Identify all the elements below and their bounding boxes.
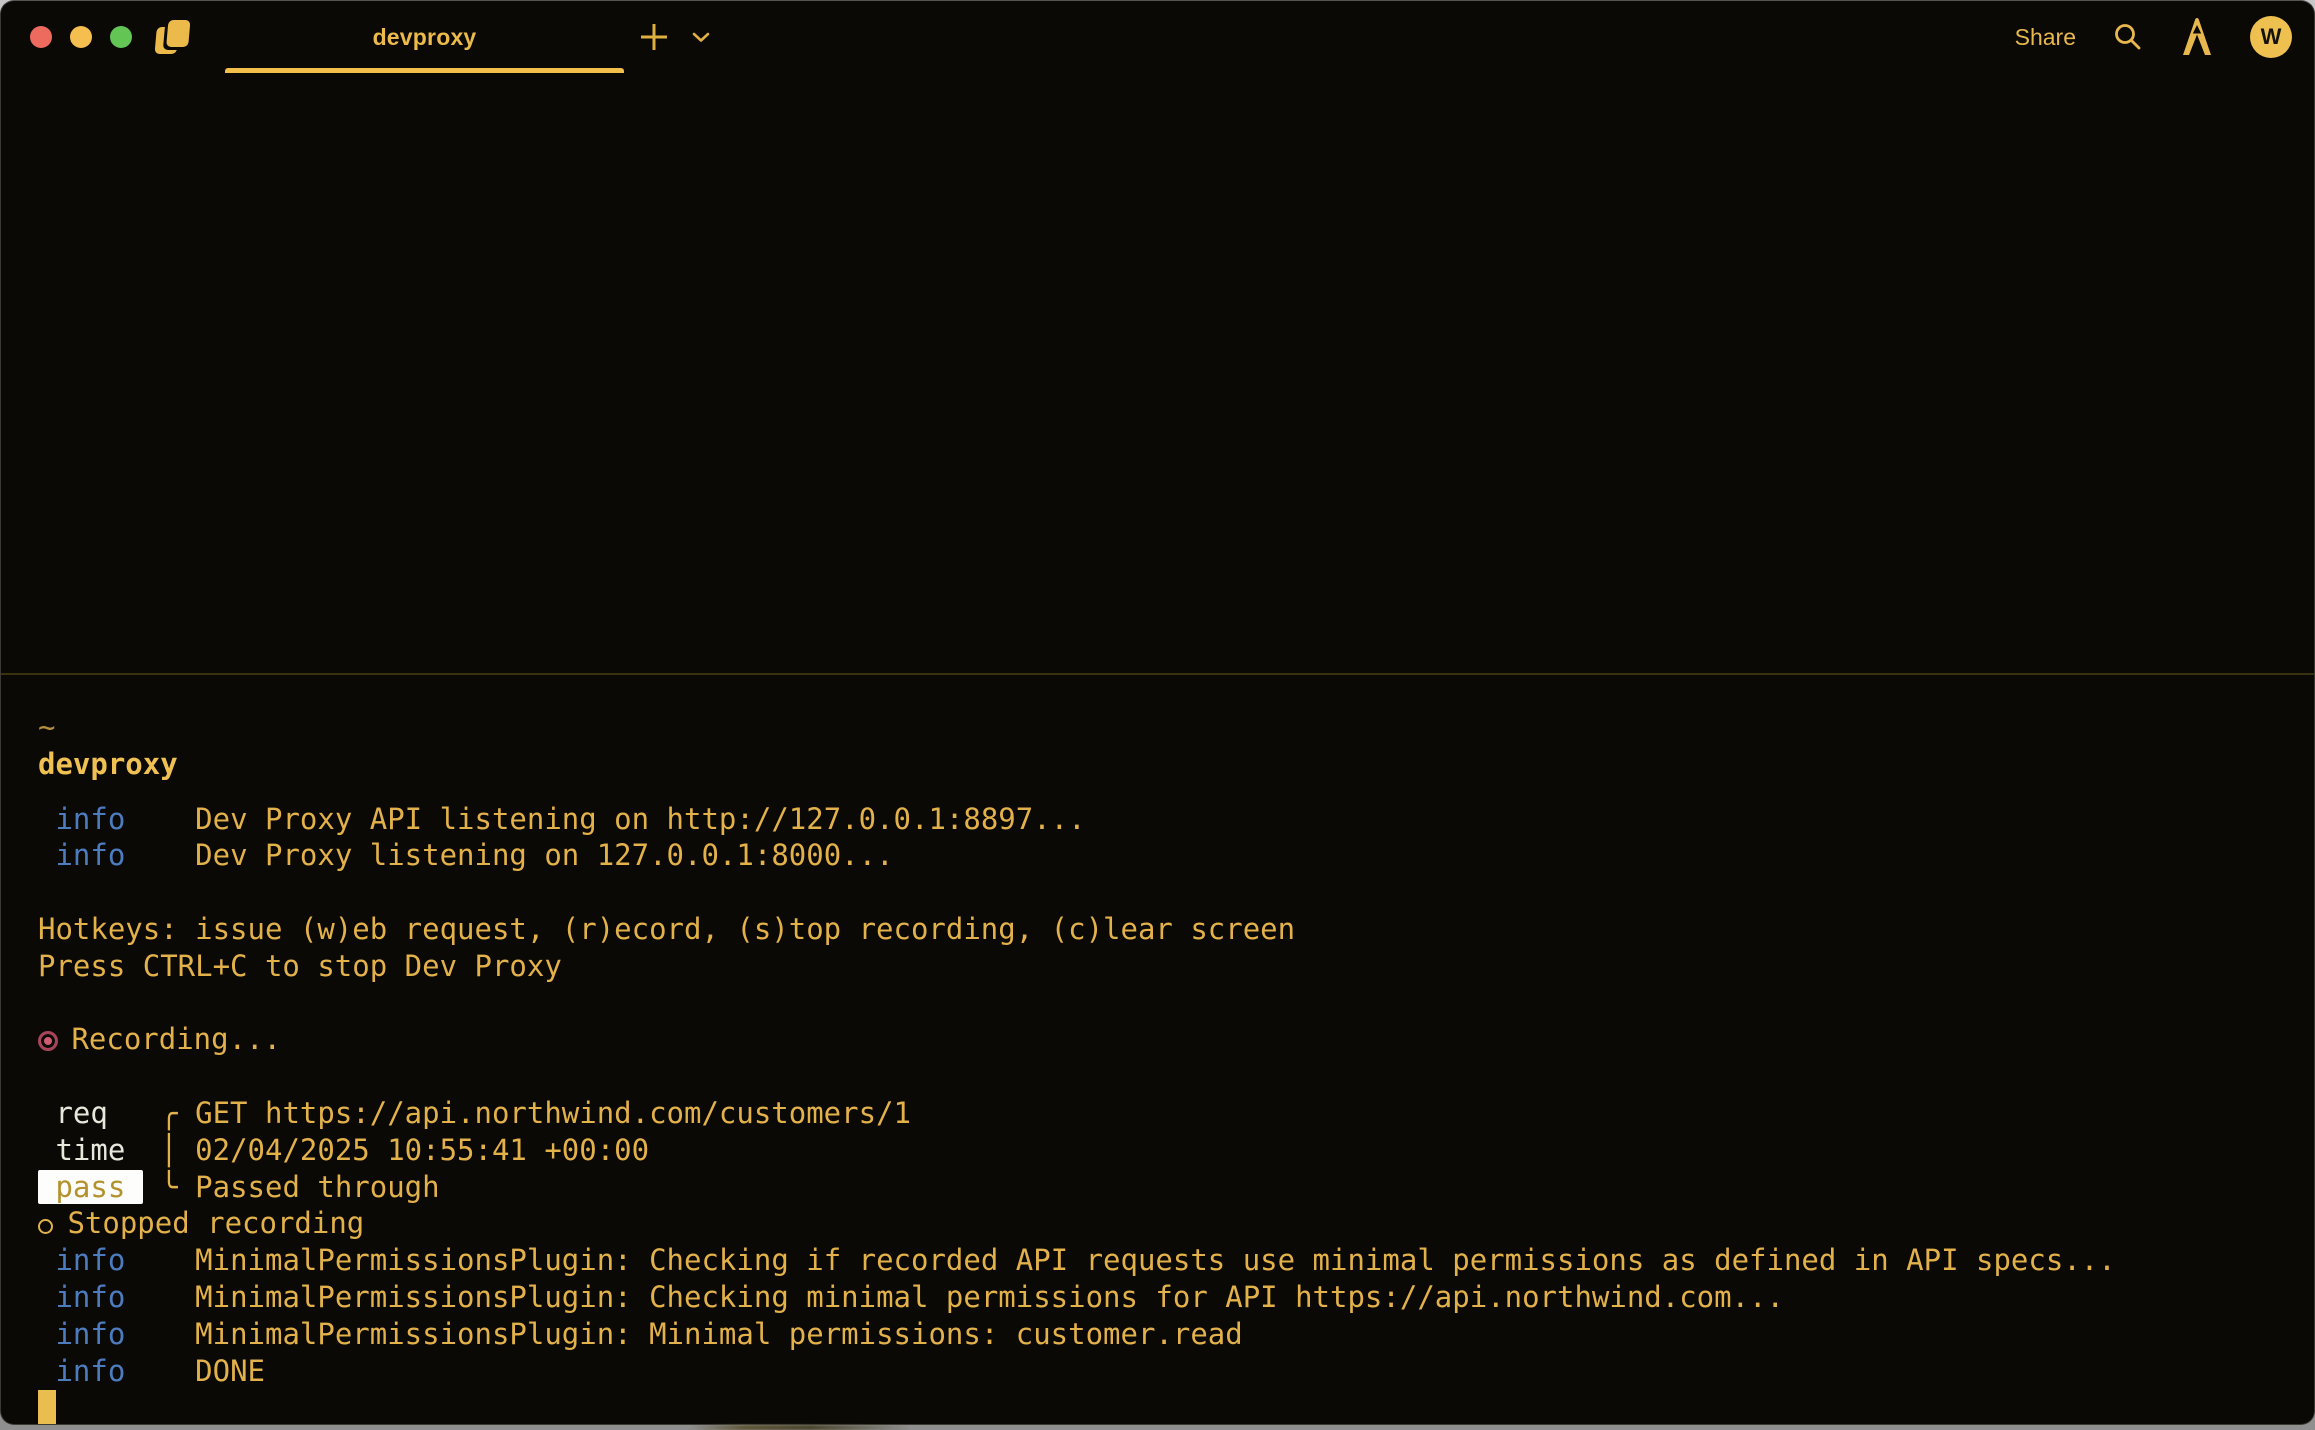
terminal-text: time	[38, 1133, 125, 1167]
terminal-window: devproxy Share	[0, 0, 2315, 1425]
terminal-text: │ 02/04/2025 10:55:41 +00:00	[125, 1133, 649, 1167]
terminal-line	[38, 1058, 2294, 1095]
terminal-text: ╰ Passed through	[143, 1170, 440, 1204]
zoom-icon[interactable]	[110, 26, 132, 48]
terminal-line: info Dev Proxy API listening on http://1…	[38, 801, 2294, 838]
terminal-line: info MinimalPermissionsPlugin: Checking …	[38, 1279, 2294, 1316]
terminal-text: DONE	[125, 1354, 265, 1388]
terminal-cursor	[38, 1390, 56, 1424]
terminal-text: info	[38, 1354, 125, 1388]
tab-active-underline	[225, 68, 624, 73]
terminal-text: Dev Proxy listening on 127.0.0.1:8000...	[125, 838, 893, 872]
terminal-text: req	[38, 1096, 108, 1130]
tab-devproxy[interactable]: devproxy	[225, 1, 624, 73]
terminal-text: Recording...	[54, 1022, 281, 1056]
terminal-line	[38, 1389, 2294, 1425]
terminal-line: pass ╰ Passed through	[38, 1169, 2294, 1206]
terminal-text: info	[38, 1280, 125, 1314]
search-button[interactable]	[2112, 21, 2144, 53]
close-icon[interactable]	[30, 26, 52, 48]
tab-title: devproxy	[373, 24, 477, 51]
new-tab-button[interactable]	[637, 20, 671, 54]
terminal-text: info	[38, 1243, 125, 1277]
terminal-line: ~	[38, 709, 2294, 746]
pages-icon[interactable]	[154, 19, 193, 55]
desktop-dock-peek	[690, 1425, 910, 1430]
search-icon	[2112, 21, 2144, 53]
plus-icon	[637, 20, 671, 54]
terminal-text: ╭ GET https://api.northwind.com/customer…	[108, 1096, 911, 1130]
terminal-text: Hotkeys: issue (w)eb request, (r)ecord, …	[38, 912, 1295, 946]
terminal-text: Stopped recording	[50, 1206, 364, 1240]
terminal-text: Dev Proxy API listening on http://127.0.…	[125, 802, 1085, 836]
terminal-text: devproxy	[38, 747, 178, 781]
terminal-text: MinimalPermissionsPlugin: Minimal permis…	[125, 1317, 1242, 1351]
titlebar: devproxy Share	[1, 1, 2314, 73]
terminal-text: MinimalPermissionsPlugin: Checking if re…	[125, 1243, 2115, 1277]
terminal-text: pass	[38, 1170, 143, 1204]
terminal-line: time │ 02/04/2025 10:55:41 +00:00	[38, 1132, 2294, 1169]
window-controls	[30, 26, 132, 48]
terminal-line: info Dev Proxy listening on 127.0.0.1:80…	[38, 837, 2294, 874]
terminal-line: info MinimalPermissionsPlugin: Minimal p…	[38, 1316, 2294, 1353]
empty-block-pane	[1, 73, 2314, 673]
terminal-text: info	[38, 1317, 125, 1351]
terminal-text: ~	[38, 710, 55, 744]
terminal-text: Press CTRL+C to stop Dev Proxy	[38, 949, 562, 983]
chevron-down-icon	[691, 31, 711, 43]
terminal-line: info MinimalPermissionsPlugin: Checking …	[38, 1242, 2294, 1279]
terminal-line: Stopped recording	[38, 1205, 2294, 1242]
terminal-line: req ╭ GET https://api.northwind.com/cust…	[38, 1095, 2294, 1132]
terminal-line: devproxy	[38, 746, 2294, 783]
share-button[interactable]: Share	[2015, 24, 2076, 51]
terminal-line: Press CTRL+C to stop Dev Proxy	[38, 948, 2294, 985]
minimize-icon[interactable]	[70, 26, 92, 48]
terminal-line	[38, 985, 2294, 1022]
terminal-line	[38, 874, 2294, 911]
terminal-line: Hotkeys: issue (w)eb request, (r)ecord, …	[38, 911, 2294, 948]
terminal-output[interactable]: ~devproxy info Dev Proxy API listening o…	[1, 675, 2314, 1425]
terminal-text: info	[38, 802, 125, 836]
tab-list-dropdown[interactable]	[691, 31, 711, 43]
avatar[interactable]: W	[2250, 16, 2292, 58]
terminal-text: info	[38, 838, 125, 872]
terminal-text: MinimalPermissionsPlugin: Checking minim…	[125, 1280, 1784, 1314]
terminal-line: Recording...	[38, 1021, 2294, 1058]
warp-logo-icon[interactable]	[2180, 17, 2214, 57]
terminal-line: info DONE	[38, 1353, 2294, 1390]
